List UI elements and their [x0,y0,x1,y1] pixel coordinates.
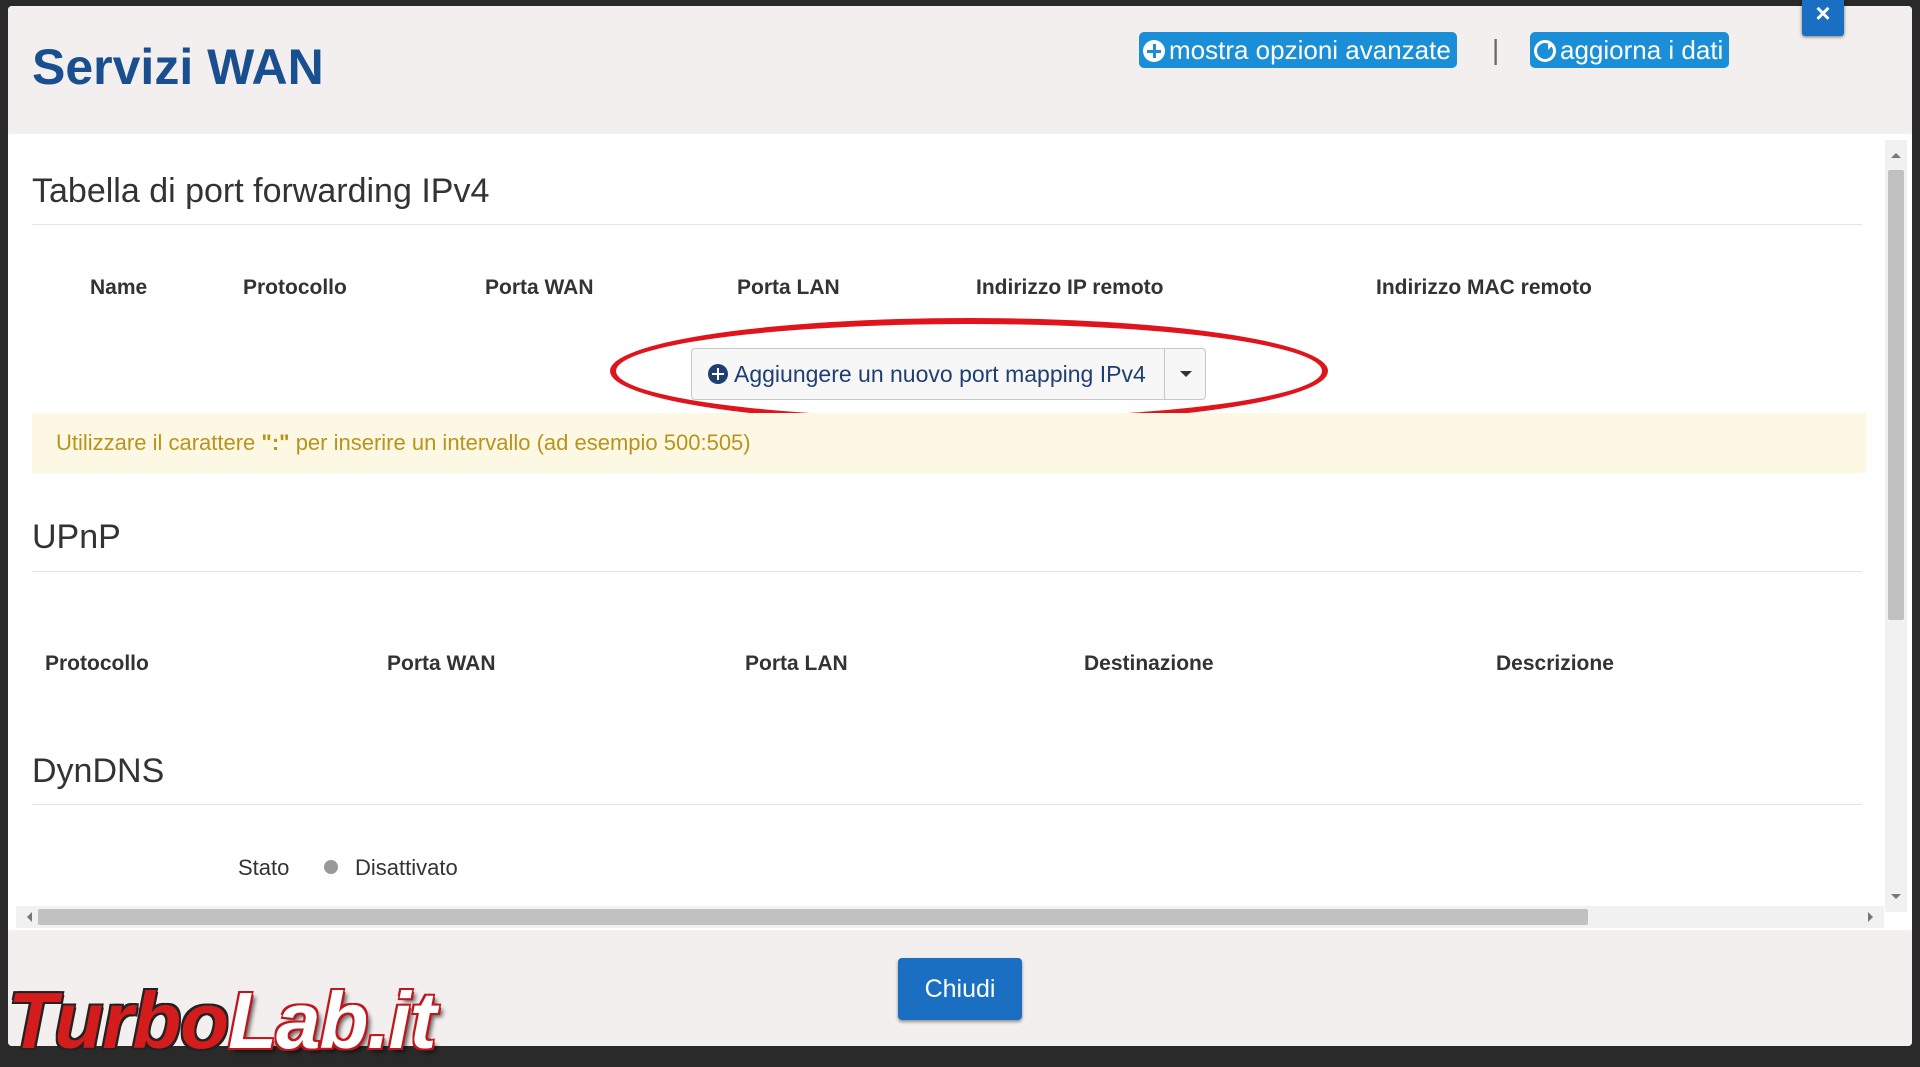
logo-part1: Turbo [8,976,229,1065]
hint-char: ":" [261,430,290,455]
upnp-col-destinazione[interactable]: Destinazione [1084,652,1214,676]
divider [32,224,1862,225]
scroll-right-arrow-icon[interactable] [1868,912,1878,922]
upnp-col-porta-lan[interactable]: Porta LAN [745,652,848,676]
dyndns-title: DynDNS [32,752,165,790]
dyndns-status-value: Disattivato [355,855,458,880]
horizontal-scrollbar-thumb[interactable] [38,909,1588,925]
upnp-col-protocollo[interactable]: Protocollo [45,652,149,676]
vertical-scrollbar[interactable] [1885,140,1907,912]
divider [32,571,1862,572]
port-forwarding-title: Tabella di port forwarding IPv4 [32,172,490,210]
modal-header: Servizi WAN mostra opzioni avanzate | ag… [8,6,1912,134]
range-hint-alert: Utilizzare il carattere ":" per inserire… [32,413,1866,473]
pf-col-indirizzo-ip-remoto[interactable]: Indirizzo IP remoto [976,276,1163,300]
hint-suffix: per inserire un intervallo (ad esempio 5… [289,430,751,455]
plus-circle-icon [1143,40,1165,62]
refresh-data-label: aggiorna i dati [1560,35,1724,65]
logo-part2: Lab.it [228,976,436,1065]
upnp-col-porta-wan[interactable]: Porta WAN [387,652,496,676]
upnp-title: UPnP [32,518,121,556]
vertical-scrollbar-thumb[interactable] [1888,170,1904,620]
header-separator: | [1492,34,1500,65]
wan-services-modal: Servizi WAN mostra opzioni avanzate | ag… [8,6,1912,1046]
scroll-down-arrow-icon[interactable] [1891,894,1901,904]
show-advanced-options-label: mostra opzioni avanzate [1169,35,1451,65]
horizontal-scrollbar[interactable] [16,906,1884,928]
pf-col-porta-lan[interactable]: Porta LAN [737,276,840,300]
upnp-col-descrizione[interactable]: Descrizione [1496,652,1614,676]
turbolab-watermark-logo: TurboLab.it [8,975,436,1067]
pf-col-indirizzo-mac-remoto[interactable]: Indirizzo MAC remoto [1376,276,1592,300]
scroll-up-arrow-icon[interactable] [1891,148,1901,158]
close-icon[interactable]: × [1802,0,1844,36]
divider [32,804,1862,805]
modal-title: Servizi WAN [32,39,324,95]
hint-prefix: Utilizzare il carattere [56,430,262,455]
pf-col-protocollo[interactable]: Protocollo [243,276,347,300]
highlight-ellipse [610,318,1328,424]
pf-col-name[interactable]: Name [90,276,147,300]
close-button[interactable]: Chiudi [898,958,1022,1020]
pf-col-porta-wan[interactable]: Porta WAN [485,276,594,300]
refresh-data-button[interactable]: aggiorna i dati [1530,32,1730,68]
refresh-icon [1534,40,1556,62]
scroll-left-arrow-icon[interactable] [22,912,32,922]
status-dot-icon [324,860,338,874]
show-advanced-options-button[interactable]: mostra opzioni avanzate [1139,32,1457,68]
dyndns-status-label: Stato [238,855,290,880]
